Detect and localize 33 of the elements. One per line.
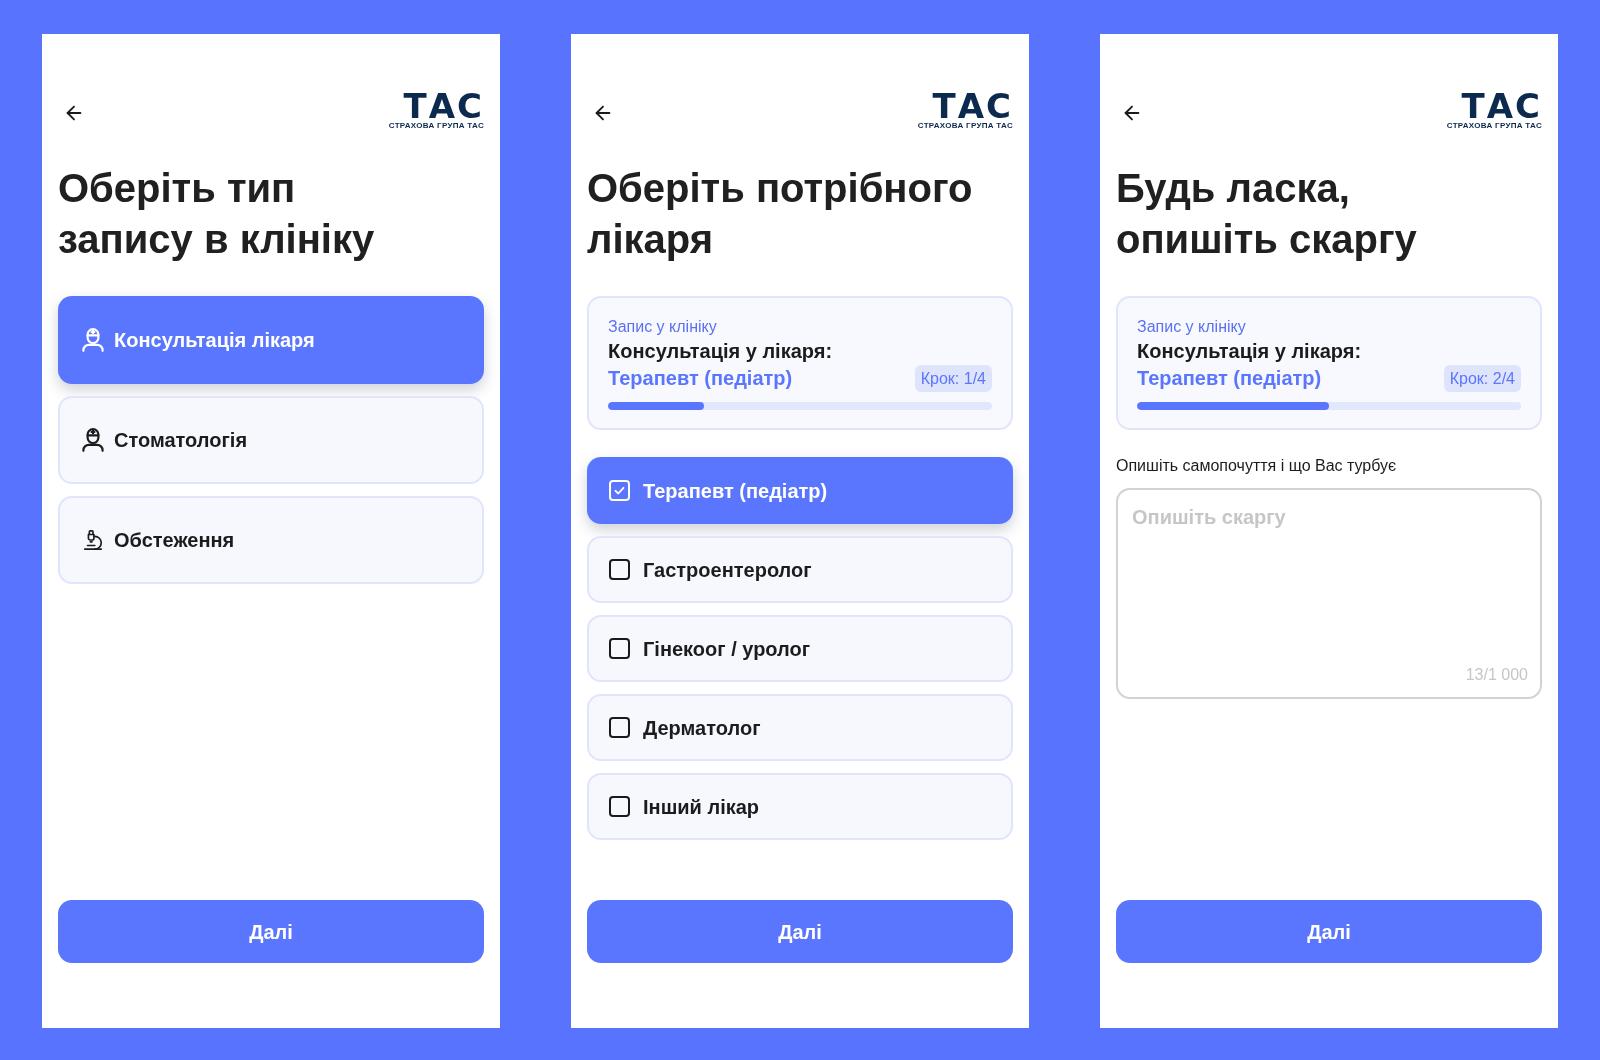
logo-tagline: СТРАХОВА ГРУПА ТАС <box>1446 121 1542 131</box>
step-badge: Крок: 1/4 <box>914 364 992 392</box>
next-button[interactable]: Далі <box>587 900 1013 963</box>
logo-wordmark: ТАС <box>403 94 484 119</box>
summary-service: Консультація у лікаря: <box>1137 339 1362 364</box>
medic-person-icon <box>82 328 104 352</box>
summary-doctor: Терапевт (педіатр) <box>1137 366 1322 391</box>
field-label: Опишіть самопочуття і що Вас турбує <box>1116 456 1397 476</box>
logo-wordmark: ТАС <box>932 94 1013 119</box>
next-button[interactable]: Далі <box>58 900 484 963</box>
summary-caption: Запис у клініку <box>1137 317 1246 337</box>
doctor-option[interactable]: Гастроентеролог <box>587 536 1013 603</box>
summary-doctor: Терапевт (педіатр) <box>608 366 793 391</box>
medic-person-icon <box>82 428 104 452</box>
doctor-option[interactable]: Інший лікар <box>587 773 1013 840</box>
logo-tagline: СТРАХОВА ГРУПА ТАС <box>917 121 1013 131</box>
screen-title: Оберіть потрібного лікаря <box>587 165 973 263</box>
clinic-type-option[interactable]: Консультація лікаря <box>58 296 484 384</box>
character-counter: 13/1 000 <box>1465 665 1528 685</box>
logo-tagline: СТРАХОВА ГРУПА ТАС <box>388 121 484 131</box>
next-button[interactable]: Далі <box>1116 900 1542 963</box>
screen-title: Будь ласка, опишіть скаргу <box>1116 165 1417 263</box>
doctor-option[interactable]: Дерматолог <box>587 694 1013 761</box>
logo-wordmark: ТАС <box>1461 94 1542 119</box>
summary-service: Консультація у лікаря: <box>608 339 833 364</box>
step-badge: Крок: 2/4 <box>1443 364 1521 392</box>
clinic-type-option[interactable]: Обстеження <box>58 496 484 584</box>
doctor-option[interactable]: Гінекоог / уролог <box>587 615 1013 682</box>
microscope-icon <box>82 528 104 552</box>
doctor-option[interactable]: Терапевт (педіатр) <box>587 457 1013 524</box>
summary-caption: Запис у клініку <box>608 317 717 337</box>
screen-title: Оберіть тип запису в клініку <box>58 165 375 263</box>
clinic-type-option[interactable]: Стоматологія <box>58 396 484 484</box>
